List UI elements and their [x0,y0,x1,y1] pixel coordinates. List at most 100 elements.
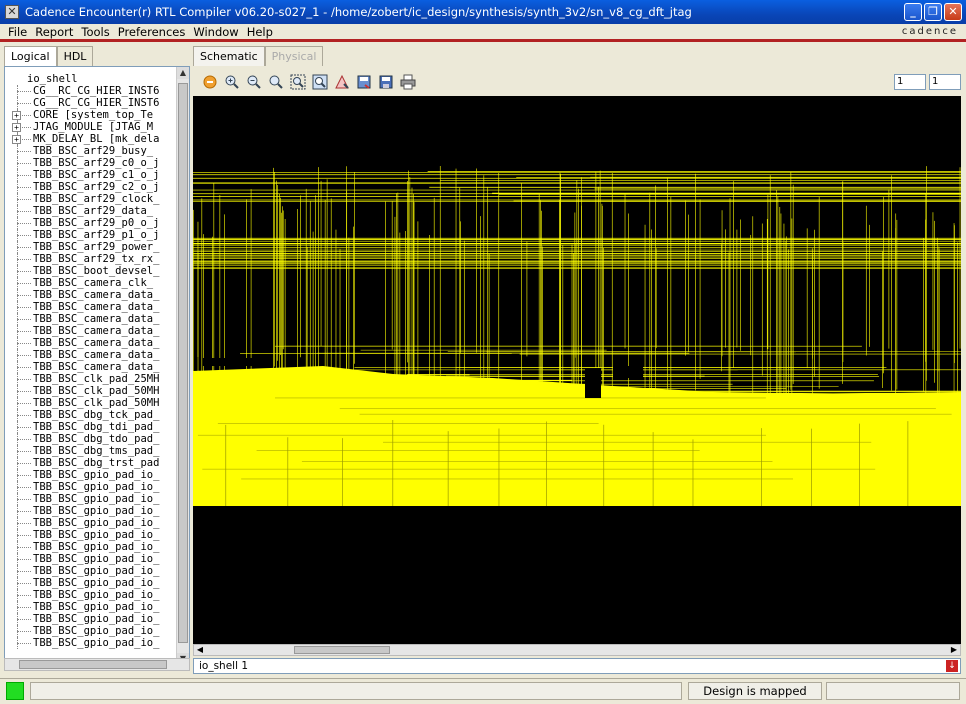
tree-horizontal-scrollbar[interactable] [4,658,190,671]
tree-item[interactable]: TBB_BSC_dbg_tck_pad_ [9,409,177,421]
tree-item[interactable]: TBB_BSC_gpio_pad_io_ [9,613,177,625]
tree-item[interactable]: TBB_BSC_camera_data_ [9,349,177,361]
schematic-horizontal-scrollbar[interactable]: ◀ ▶ [193,644,961,656]
tree-item[interactable]: TBB_BSC_clk_pad_50MH [9,385,177,397]
menu-preferences[interactable]: Preferences [114,25,190,39]
tree-item[interactable]: TBB_BSC_camera_data_ [9,301,177,313]
tree-item[interactable]: TBB_BSC_arf29_c1_o_j [9,169,177,181]
tab-hdl[interactable]: HDL [56,46,94,66]
tree-item[interactable]: TBB_BSC_arf29_busy_ [9,145,177,157]
tree-item[interactable]: TBB_BSC_clk_pad_25MH [9,373,177,385]
tree-item-label: TBB_BSC_gpio_pad_io_ [33,637,160,649]
tree-item[interactable]: TBB_BSC_camera_clk_ [9,277,177,289]
highlight-icon[interactable] [333,73,351,91]
tree-item[interactable]: + MK_DELAY_BL [mk_dela [9,133,177,145]
menu-tools[interactable]: Tools [77,25,113,39]
zoom-in-icon[interactable] [223,73,241,91]
tree-item[interactable]: TBB_BSC_gpio_pad_io_ [9,541,177,553]
tree-item[interactable]: TBB_BSC_gpio_pad_io_ [9,601,177,613]
right-panel: Schematic Physical 1 1 ◀ ▶ io_shell 1 ↓ [193,46,963,674]
tree-item[interactable]: TBB_BSC_camera_data_ [9,337,177,349]
tree-item[interactable]: TBB_BSC_gpio_pad_io_ [9,589,177,601]
tree-item[interactable]: TBB_BSC_arf29_p0_o_j [9,217,177,229]
tree-item[interactable]: TBB_BSC_gpio_pad_io_ [9,469,177,481]
tree-item[interactable]: TBB_BSC_boot_devsel_ [9,265,177,277]
tree-item[interactable]: TBB_BSC_gpio_pad_io_ [9,577,177,589]
scroll-right-arrow-icon[interactable]: ▶ [949,645,959,655]
maximize-button[interactable]: ❐ [924,3,942,21]
tree-item[interactable]: TBB_BSC_arf29_c0_o_j [9,157,177,169]
scroll-left-arrow-icon[interactable]: ◀ [195,645,205,655]
tree-hscroll-thumb[interactable] [19,660,167,669]
page-current-input[interactable]: 1 [894,74,926,90]
tree-item[interactable]: TBB_BSC_gpio_pad_io_ [9,637,177,649]
title-bar[interactable]: ✕ Cadence Encounter(r) RTL Compiler v06.… [0,0,966,24]
tree-item[interactable]: TBB_BSC_arf29_c2_o_j [9,181,177,193]
app-icon[interactable]: ✕ [5,5,19,19]
status-bar: Design is mapped [0,678,966,702]
tree-item[interactable]: TBB_BSC_gpio_pad_io_ [9,481,177,493]
save-view-icon[interactable] [355,73,373,91]
tree-item[interactable]: TBB_BSC_dbg_tms_pad_ [9,445,177,457]
tree-item[interactable]: TBB_BSC_dbg_tdi_pad_ [9,421,177,433]
tree-item-label: TBB_BSC_gpio_pad_io_ [33,481,160,493]
expand-plus-icon[interactable]: + [12,135,21,144]
tree-item-label: MK_DELAY_BL [mk_dela [33,133,160,145]
zoom-previous-icon[interactable] [267,73,285,91]
tree-item[interactable]: TBB_BSC_camera_data_ [9,313,177,325]
scroll-up-arrow-icon[interactable]: ▲ [177,67,189,79]
tab-logical[interactable]: Logical [4,46,57,66]
menu-file[interactable]: File [0,25,31,39]
save-icon[interactable] [377,73,395,91]
stop-icon[interactable] [201,73,219,91]
tree-scroll-thumb[interactable] [178,83,188,643]
tree-item[interactable]: TBB_BSC_arf29_p1_o_j [9,229,177,241]
tree-item[interactable]: TBB_BSC_dbg_trst_pad [9,457,177,469]
schematic-hscroll-thumb[interactable] [294,646,390,654]
tree-root-item[interactable]: io_shell [9,73,177,85]
close-button[interactable]: ✕ [944,3,962,21]
expand-plus-icon[interactable]: + [12,111,21,120]
tree-item-label: CORE [system_top_Te [33,109,154,121]
tree-item[interactable]: TBB_BSC_camera_data_ [9,361,177,373]
tree-item[interactable]: TBB_BSC_camera_data_ [9,289,177,301]
breadcrumb-text: io_shell 1 [199,660,249,672]
go-up-icon[interactable]: ↓ [946,660,958,672]
tree-item[interactable]: TBB_BSC_gpio_pad_io_ [9,625,177,637]
tree-item[interactable]: TBB_BSC_arf29_power_ [9,241,177,253]
menu-help[interactable]: Help [243,25,277,39]
zoom-out-icon[interactable] [245,73,263,91]
schematic-drawing[interactable] [193,96,961,644]
tree-item[interactable]: CG__RC_CG_HIER_INST6 [9,97,177,109]
tree-vertical-scrollbar[interactable]: ▲ ▼ [176,67,189,665]
tree-item[interactable]: + CORE [system_top_Te [9,109,177,121]
tree-item[interactable]: TBB_BSC_gpio_pad_io_ [9,565,177,577]
tree-item[interactable]: TBB_BSC_arf29_data_ [9,205,177,217]
tree-item[interactable]: TBB_BSC_arf29_tx_rx_ [9,253,177,265]
tree-item[interactable]: CG__RC_CG_HIER_INST6 [9,85,177,97]
tree-item[interactable]: TBB_BSC_arf29_clock_ [9,193,177,205]
minimize-button[interactable]: _ [904,3,922,21]
tree-item[interactable]: TBB_BSC_gpio_pad_io_ [9,493,177,505]
tree-item[interactable]: + JTAG_MODULE [JTAG_M [9,121,177,133]
tree-item[interactable]: TBB_BSC_gpio_pad_io_ [9,529,177,541]
tab-physical[interactable]: Physical [264,46,324,66]
tree-item-label: TBB_BSC_arf29_p1_o_j [33,229,160,241]
tree-item[interactable]: TBB_BSC_gpio_pad_io_ [9,517,177,529]
zoom-selection-icon[interactable] [311,73,329,91]
tree-item[interactable]: TBB_BSC_camera_data_ [9,325,177,337]
print-icon[interactable] [399,73,417,91]
tree-item[interactable]: TBB_BSC_dbg_tdo_pad_ [9,433,177,445]
tree-item[interactable]: TBB_BSC_clk_pad_50MH [9,397,177,409]
tree-item[interactable]: TBB_BSC_gpio_pad_io_ [9,505,177,517]
page-total-input[interactable]: 1 [929,74,961,90]
hierarchy-tree-panel: io_shell CG__RC_CG_HIER_INST6 CG__RC_CG_H… [4,66,190,666]
menu-window[interactable]: Window [189,25,242,39]
expand-plus-icon[interactable]: + [12,123,21,132]
tree-item-label: TBB_BSC_arf29_p0_o_j [33,217,160,229]
schematic-canvas[interactable] [193,96,961,644]
tree-item[interactable]: TBB_BSC_gpio_pad_io_ [9,553,177,565]
tab-schematic[interactable]: Schematic [193,46,265,66]
menu-report[interactable]: Report [31,25,77,39]
zoom-fit-icon[interactable] [289,73,307,91]
